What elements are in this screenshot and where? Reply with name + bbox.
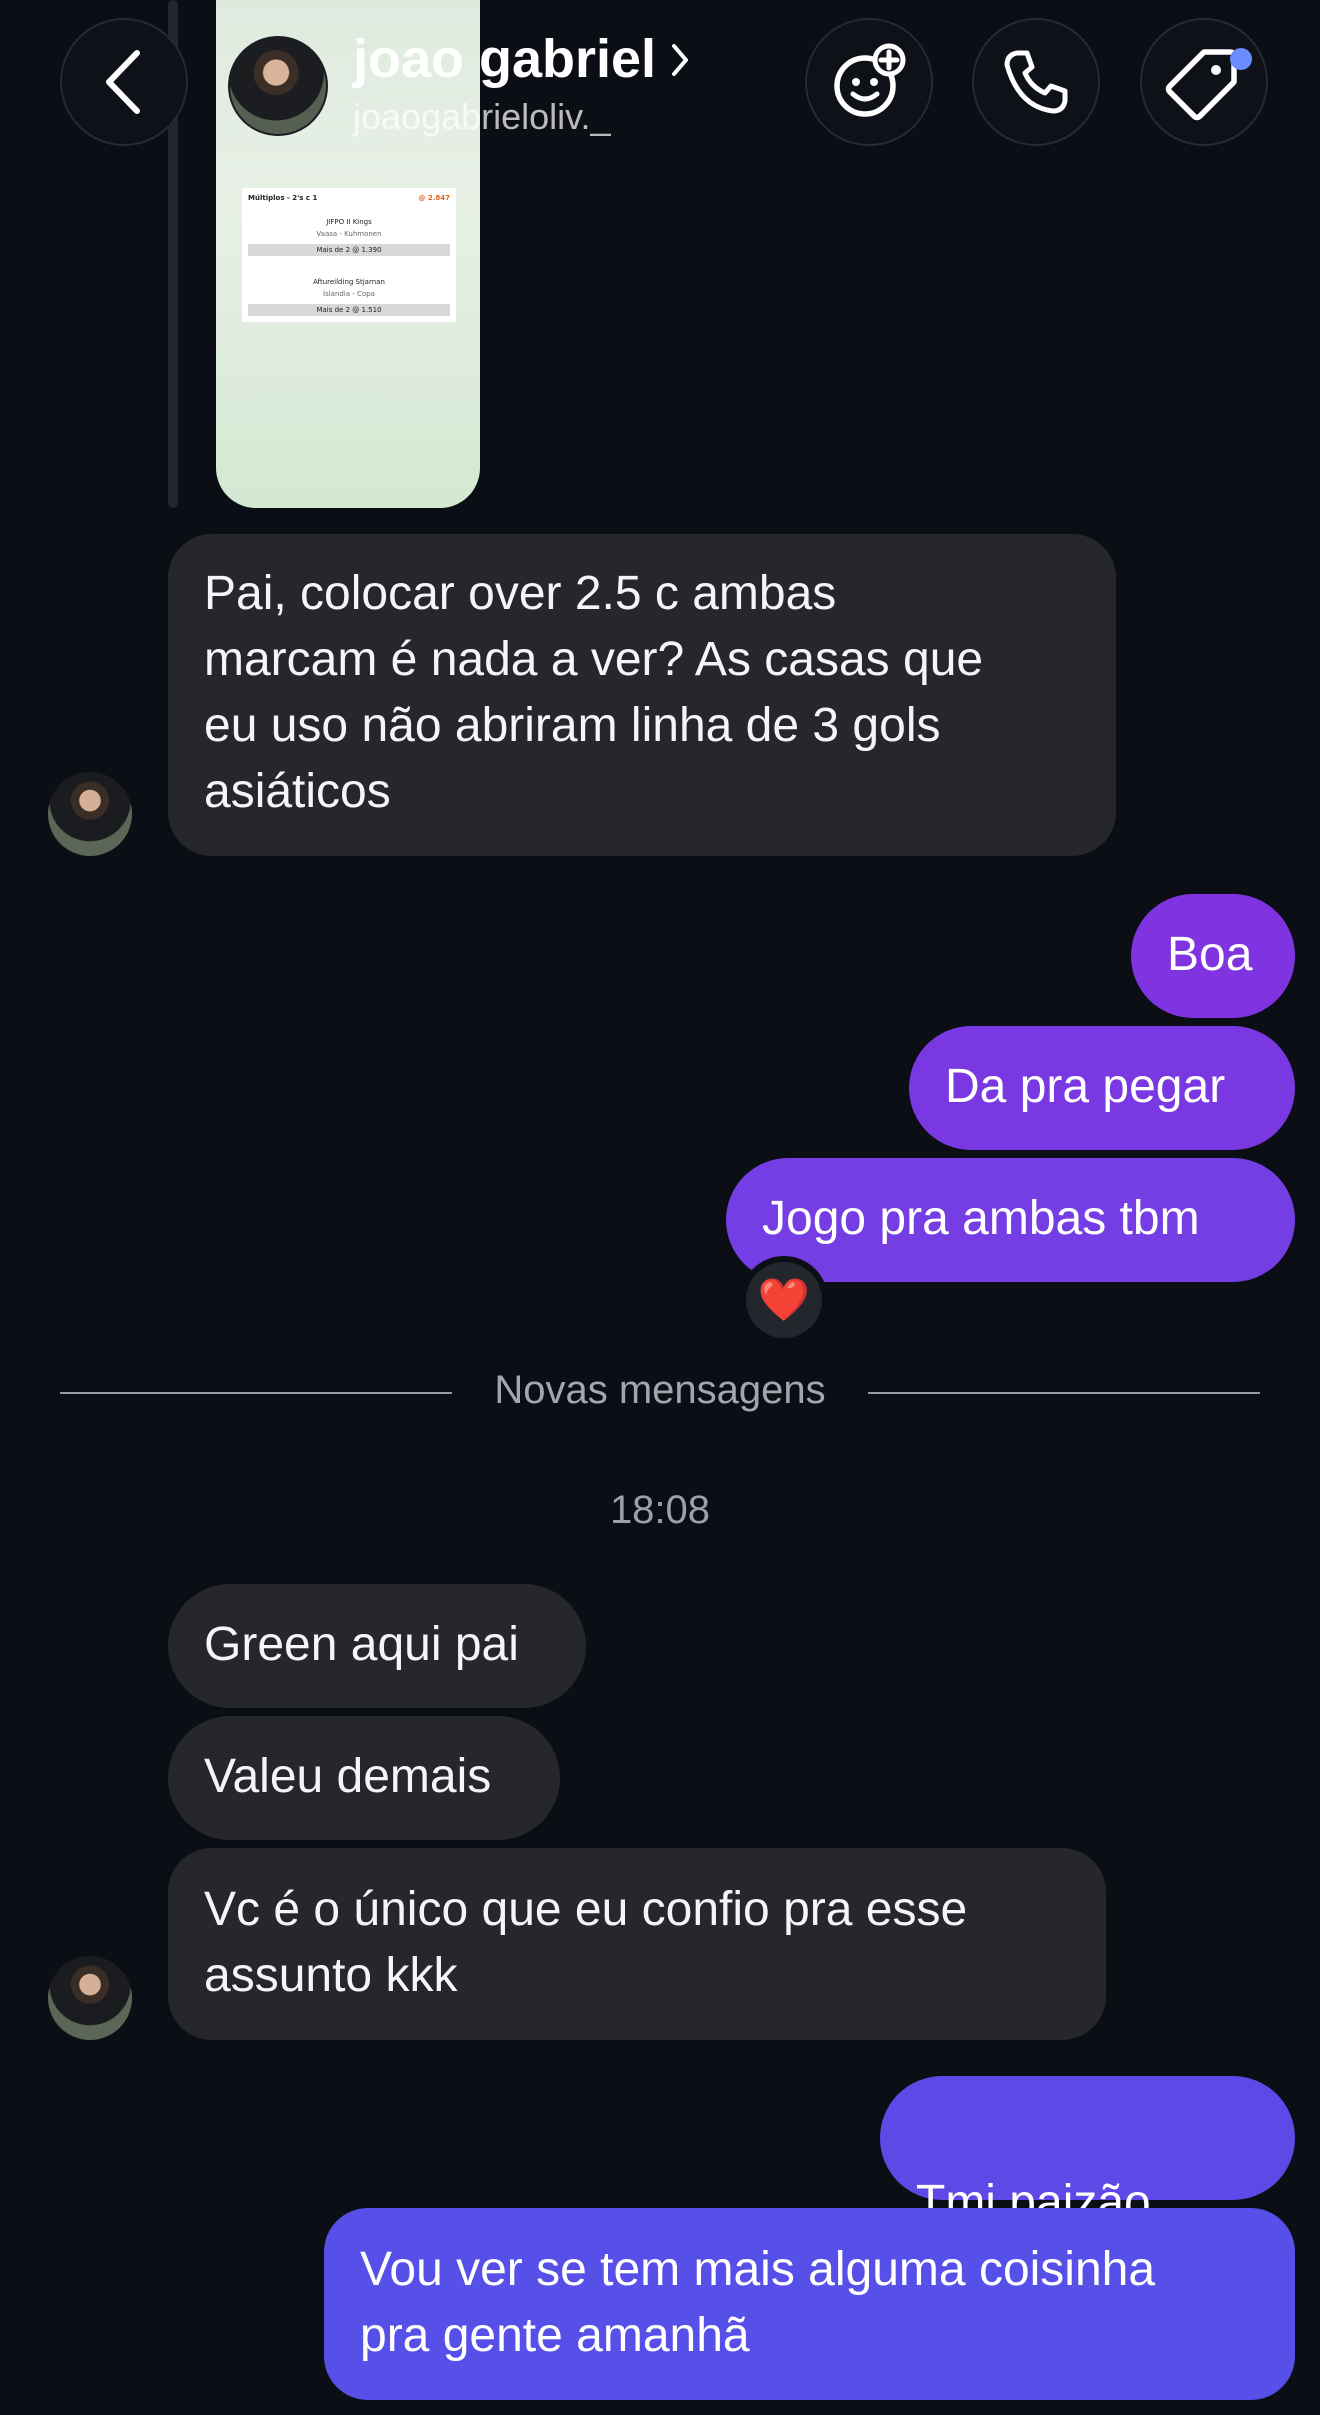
sender-avatar[interactable] [48, 1956, 132, 2040]
slip-selection-1: Mais de 2 @ 1.390 [316, 246, 382, 254]
sticker-plus-icon [834, 43, 906, 117]
message-sent[interactable]: Tmj paizão 💚 [880, 2076, 1295, 2295]
new-messages-divider: Novas mensagens [494, 1368, 826, 1412]
call-button[interactable] [972, 18, 1100, 146]
message-received[interactable]: Green aqui pai [168, 1584, 586, 1708]
avatar[interactable] [228, 36, 328, 136]
slip-league-2: Íslandia - Copa [323, 290, 375, 298]
message-sent[interactable]: Boa [1131, 894, 1295, 1018]
heart-emoji-icon: ❤️ [757, 1275, 811, 1323]
slip-selection-2: Mais de 2 @ 1.510 [316, 306, 382, 314]
bet-slip-preview: Múltiplos - 2's c 1 @ 2.847 JIFPO II Kin… [242, 188, 456, 322]
chevron-left-icon [106, 50, 140, 114]
message-received[interactable]: Vc é o único que eu confio pra esse assu… [168, 1848, 1106, 2040]
tag-button[interactable] [1140, 18, 1268, 146]
slip-title: Múltiplos - 2's c 1 [248, 194, 318, 202]
back-button[interactable] [60, 18, 188, 146]
contact-handle: joaogabrieloliv._ [353, 96, 611, 137]
message-timestamp: 18:08 [609, 1488, 711, 1532]
tag-badge [1230, 48, 1252, 70]
message-sent[interactable]: Vou ver se tem mais alguma coisinha pra … [324, 2208, 1295, 2400]
effects-button[interactable] [805, 18, 933, 146]
sender-avatar[interactable] [48, 772, 132, 856]
message-received[interactable]: Valeu demais [168, 1716, 560, 1840]
contact-name[interactable]: joao gabriel [353, 28, 656, 90]
message-sent[interactable]: Jogo pra ambas tbm [726, 1158, 1295, 1282]
phone-icon [1004, 50, 1068, 114]
slip-odds: @ 2.847 [418, 194, 450, 202]
slip-match-2: Aftureilding Stjarnan [313, 278, 385, 286]
chevron-right-icon[interactable] [668, 42, 692, 78]
slip-match-1: JIFPO II Kings [326, 218, 372, 226]
message-sent[interactable]: Da pra pegar [909, 1026, 1295, 1150]
slip-league-1: Vaasa - Kuhmonen [316, 230, 382, 238]
message-received[interactable]: Pai, colocar over 2.5 c ambas marcam é n… [168, 534, 1116, 856]
heart-reaction[interactable]: ❤️ [740, 1256, 828, 1344]
